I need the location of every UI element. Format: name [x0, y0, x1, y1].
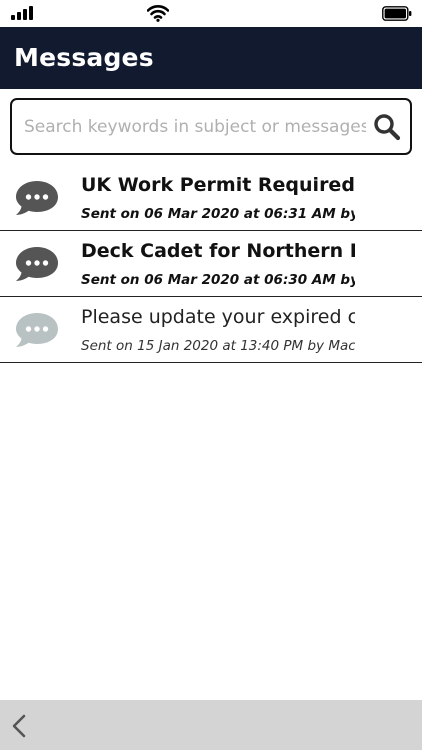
message-meta: Sent on 15 Jan 2020 at 13:40 PM by Mac: [81, 338, 355, 354]
message-subject: UK Work Permit Required: [81, 174, 355, 196]
status-bar: [0, 0, 422, 27]
chat-bubble-icon: [16, 181, 58, 215]
message-meta: Sent on 06 Mar 2020 at 06:31 AM by M: [81, 206, 355, 222]
search-icon[interactable]: [373, 113, 401, 141]
page-title: Messages: [14, 43, 154, 72]
chat-bubble-icon: [16, 247, 58, 281]
chevron-left-icon[interactable]: [8, 713, 30, 739]
messages-screen: Messages UK Work Permit Required Sent on…: [0, 0, 422, 750]
message-item[interactable]: Please update your expired c Sent on 15 …: [0, 297, 422, 363]
message-list: UK Work Permit Required Sent on 06 Mar 2…: [0, 165, 422, 363]
app-header: Messages: [0, 27, 422, 89]
message-item[interactable]: UK Work Permit Required Sent on 06 Mar 2…: [0, 165, 422, 231]
search-box[interactable]: [10, 98, 412, 155]
search-input[interactable]: [24, 115, 366, 139]
chat-bubble-icon: [16, 313, 58, 347]
battery-icon: [382, 6, 412, 21]
bottom-nav-bar: [0, 700, 422, 750]
cellular-signal-icon: [11, 6, 33, 20]
message-subject: Please update your expired c: [81, 306, 355, 328]
message-item[interactable]: Deck Cadet for Northern Isle Sent on 06 …: [0, 231, 422, 297]
message-subject: Deck Cadet for Northern Isle: [81, 240, 355, 262]
wifi-icon: [147, 5, 169, 22]
message-meta: Sent on 06 Mar 2020 at 06:30 AM by M: [81, 272, 355, 288]
